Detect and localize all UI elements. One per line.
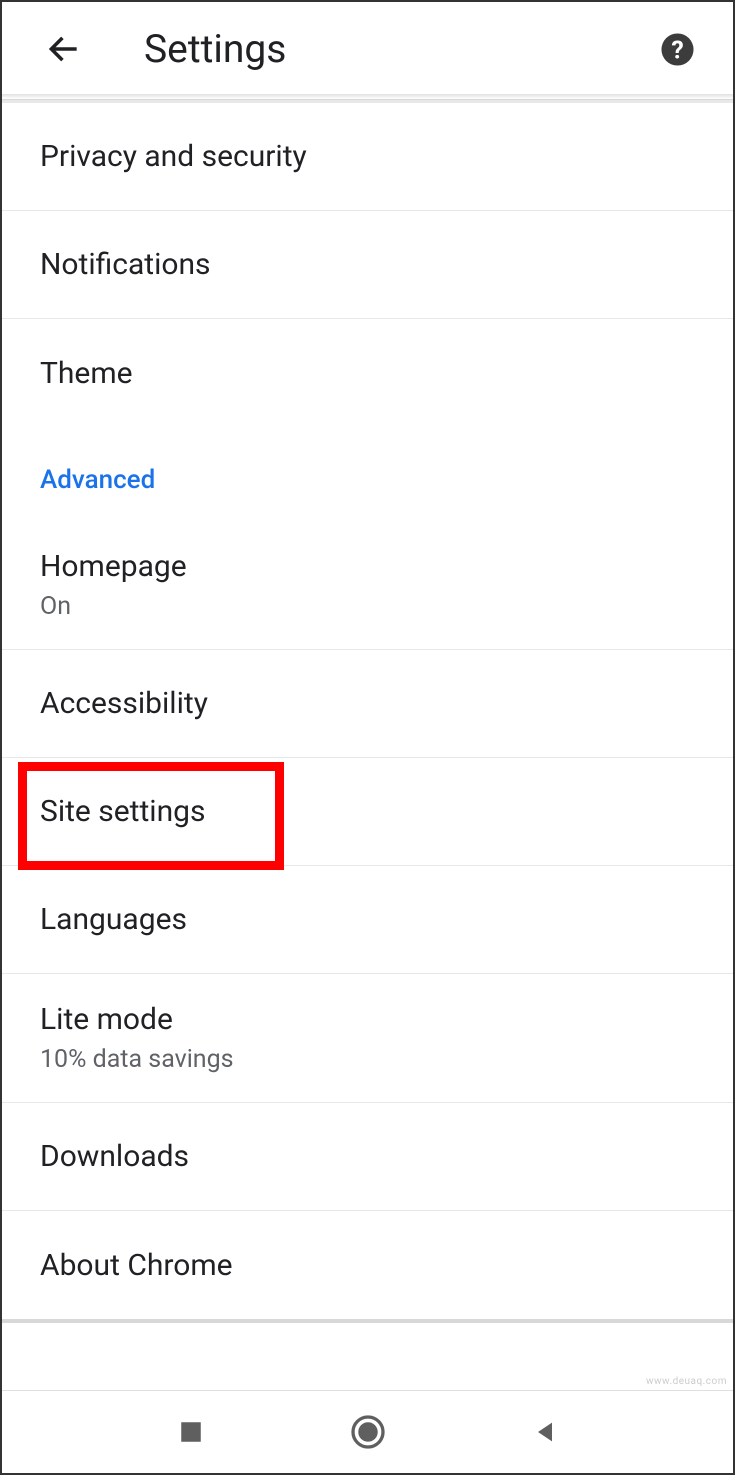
settings-item-theme[interactable]: Theme xyxy=(2,319,733,427)
list-item-label: Notifications xyxy=(40,247,713,282)
system-navbar xyxy=(2,1390,733,1473)
settings-list: Privacy and security Notifications Theme… xyxy=(2,103,733,1390)
settings-item-site-settings[interactable]: Site settings xyxy=(2,758,733,866)
settings-item-downloads[interactable]: Downloads xyxy=(2,1103,733,1211)
settings-item-about-chrome[interactable]: About Chrome xyxy=(2,1211,733,1319)
list-item-label: Lite mode xyxy=(40,1002,713,1037)
list-item-sublabel: 10% data savings xyxy=(40,1045,713,1074)
list-item-label: About Chrome xyxy=(40,1248,713,1283)
list-item-label: Theme xyxy=(40,356,713,391)
list-item-sublabel: On xyxy=(40,592,713,621)
settings-item-languages[interactable]: Languages xyxy=(2,866,733,974)
list-item-label: Accessibility xyxy=(40,686,713,721)
section-header-advanced: Advanced xyxy=(2,427,733,521)
nav-back-icon[interactable] xyxy=(515,1402,575,1462)
list-bottom-edge xyxy=(2,1319,733,1323)
settings-item-homepage[interactable]: Homepage On xyxy=(2,521,733,650)
settings-item-privacy-and-security[interactable]: Privacy and security xyxy=(2,103,733,211)
list-item-label: Site settings xyxy=(40,794,713,829)
watermark: www.deuaq.com xyxy=(646,1376,727,1387)
back-icon[interactable] xyxy=(44,29,84,69)
list-item-label: Downloads xyxy=(40,1139,713,1174)
list-item-label: Languages xyxy=(40,902,713,937)
settings-item-notifications[interactable]: Notifications xyxy=(2,211,733,319)
settings-item-lite-mode[interactable]: Lite mode 10% data savings xyxy=(2,974,733,1103)
help-icon[interactable]: ? xyxy=(659,31,695,67)
svg-text:?: ? xyxy=(671,36,683,65)
list-item-label: Privacy and security xyxy=(40,139,713,174)
settings-item-accessibility[interactable]: Accessibility xyxy=(2,650,733,758)
page-title: Settings xyxy=(144,26,659,72)
nav-recents-icon[interactable] xyxy=(161,1402,221,1462)
list-item-label: Homepage xyxy=(40,549,713,584)
app-header: Settings ? xyxy=(2,2,733,94)
nav-home-icon[interactable] xyxy=(338,1402,398,1462)
